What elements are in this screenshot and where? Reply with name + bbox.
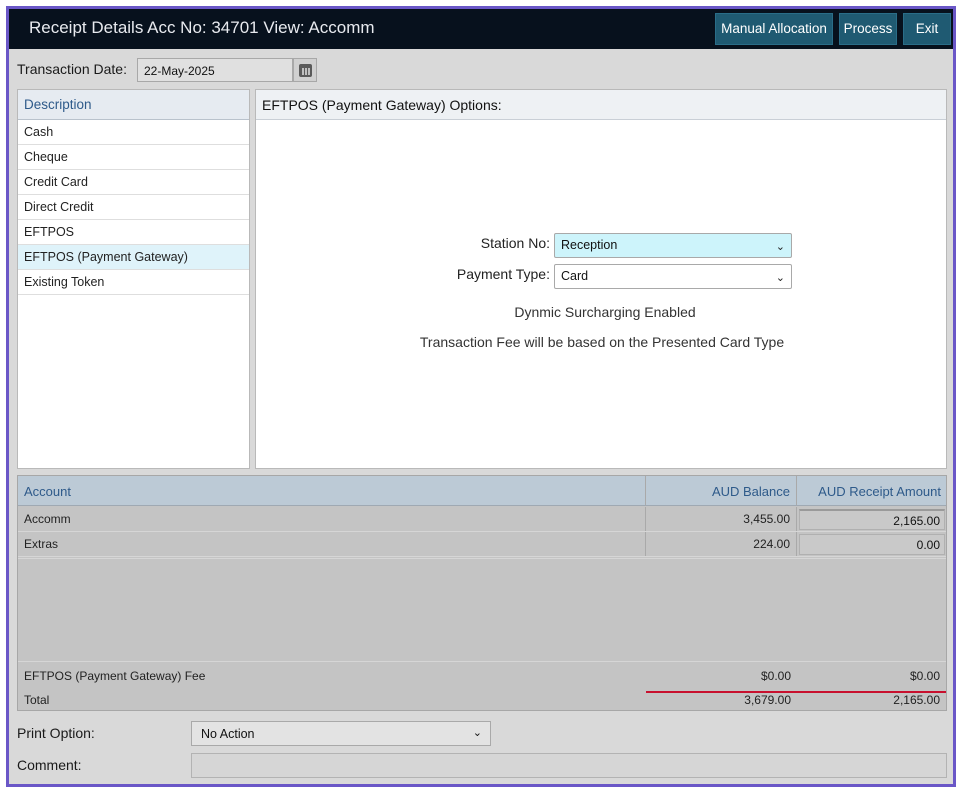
exit-button[interactable]: Exit — [903, 13, 951, 45]
station-label: Station No: — [480, 235, 550, 251]
calendar-icon — [299, 64, 312, 77]
payment-type-label: Payment Type: — [456, 266, 550, 282]
payment-method-direct-credit[interactable]: Direct Credit — [18, 195, 249, 220]
chevron-down-icon: ⌄ — [775, 241, 785, 253]
payment-type-select[interactable]: Card ⌄ — [554, 264, 792, 289]
accounts-table: Account AUD Balance AUD Receipt Amount A… — [17, 475, 947, 711]
comment-field[interactable] — [191, 753, 947, 778]
surcharge-note: Dynmic Surcharging Enabled — [256, 304, 948, 320]
station-select[interactable]: Reception ⌄ — [554, 233, 792, 258]
print-option-select[interactable]: No Action ⌄ — [191, 721, 491, 746]
title-bar: Receipt Details Acc No: 34701 View: Acco… — [9, 9, 953, 49]
calendar-button[interactable] — [293, 58, 317, 82]
column-header-amount[interactable]: AUD Receipt Amount — [797, 476, 946, 505]
station-value: Reception — [561, 238, 618, 252]
surcharge-note-text: Dynmic Surcharging Enabled — [514, 304, 696, 320]
total-label: Total — [24, 693, 50, 707]
comment-label: Comment: — [17, 757, 82, 773]
account-balance: 224.00 — [646, 532, 797, 556]
payment-type-value: Card — [561, 269, 589, 283]
column-header-balance[interactable]: AUD Balance — [646, 476, 797, 505]
print-option-value: No Action — [201, 727, 255, 741]
account-balance: 3,455.00 — [646, 507, 797, 531]
fee-balance: $0.00 — [760, 669, 791, 683]
fee-note: Transaction Fee will be based on the Pre… — [419, 334, 785, 350]
process-button[interactable]: Process — [839, 13, 897, 45]
payment-method-list: Description Cash Cheque Credit Card Dire… — [17, 89, 250, 469]
window-title: Receipt Details Acc No: 34701 View: Acco… — [29, 18, 375, 37]
description-header: Description — [18, 90, 249, 120]
print-option-label: Print Option: — [17, 725, 95, 741]
fee-label: EFTPOS (Payment Gateway) Fee — [24, 669, 206, 683]
table-row: Extras 224.00 0.00 — [18, 532, 946, 557]
accounts-table-header: Account AUD Balance AUD Receipt Amount — [18, 476, 946, 506]
options-panel: EFTPOS (Payment Gateway) Options: Statio… — [255, 89, 947, 469]
total-balance: 3,679.00 — [744, 693, 791, 707]
empty-table-area — [18, 558, 946, 662]
total-row: Total 3,679.00 2,165.00 — [18, 688, 946, 711]
payment-method-cheque[interactable]: Cheque — [18, 145, 249, 170]
payment-method-credit-card[interactable]: Credit Card — [18, 170, 249, 195]
column-header-account[interactable]: Account — [18, 476, 646, 505]
transaction-date-label: Transaction Date: — [17, 61, 127, 77]
payment-method-cash[interactable]: Cash — [18, 120, 249, 145]
account-name: Accomm — [18, 507, 646, 531]
fee-row: EFTPOS (Payment Gateway) Fee $0.00 $0.00 — [18, 664, 946, 688]
total-amount: 2,165.00 — [893, 693, 940, 707]
receipt-amount-input[interactable]: 2,165.00 — [799, 509, 945, 530]
receipt-window: Receipt Details Acc No: 34701 View: Acco… — [6, 6, 956, 787]
manual-allocation-button[interactable]: Manual Allocation — [715, 13, 833, 45]
receipt-amount-input[interactable]: 0.00 — [799, 534, 945, 555]
chevron-down-icon: ⌄ — [472, 727, 482, 739]
transaction-date-field[interactable]: 22-May-2025 — [137, 58, 293, 82]
payment-method-existing-token[interactable]: Existing Token — [18, 270, 249, 295]
payment-method-eftpos-gateway[interactable]: EFTPOS (Payment Gateway) — [18, 245, 249, 270]
options-header: EFTPOS (Payment Gateway) Options: — [256, 90, 946, 120]
table-row: Accomm 3,455.00 2,165.00 — [18, 507, 946, 532]
payment-method-eftpos[interactable]: EFTPOS — [18, 220, 249, 245]
chevron-down-icon: ⌄ — [775, 272, 785, 284]
fee-amount: $0.00 — [909, 669, 940, 683]
account-name: Extras — [18, 532, 646, 556]
